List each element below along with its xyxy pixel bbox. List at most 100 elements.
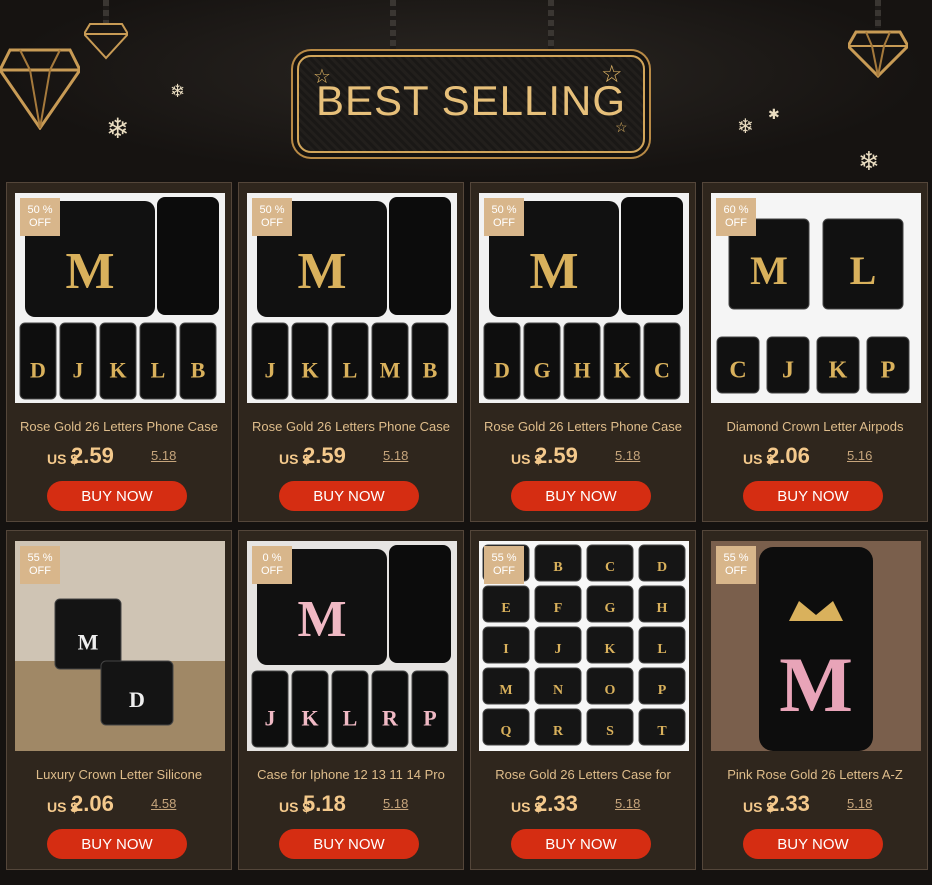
best-selling-banner: ❄ ❄ ❄ ❄ ✱ ☆ ☆ ☆ BEST SELLING <box>0 0 932 180</box>
discount-percent: 50 % <box>27 204 53 216</box>
case-letter: J <box>73 358 84 383</box>
case-letter: P <box>423 706 436 731</box>
case-letter: K <box>829 357 848 383</box>
banner-title: BEST SELLING <box>315 77 627 124</box>
case-letter: Q <box>501 724 512 739</box>
case-letter: G <box>533 358 550 383</box>
case-letter: L <box>343 358 358 383</box>
case-letter: J <box>782 357 794 383</box>
product-image[interactable]: M 55 % OFF <box>711 541 921 751</box>
product-title[interactable]: Rose Gold 26 Letters Phone Case <box>475 419 691 434</box>
product-card[interactable]: M D JKLB 50 % OFF Rose Gold 26 Letters Pho… <box>6 182 232 522</box>
discount-off-label: OFF <box>725 217 747 229</box>
case-letter: D <box>657 560 667 575</box>
original-price: 5.18 <box>615 796 641 811</box>
product-image[interactable]: M L C J K P 60 % OFF <box>711 193 921 403</box>
product-card[interactable]: M JKLRP 0 % OFF Case for Iphone 12 13 11 … <box>238 530 464 870</box>
snowflake-icon: ❄ <box>737 116 754 138</box>
buy-now-button[interactable]: BUY NOW <box>743 481 883 511</box>
price-row: US $ 2.33 5.18 <box>511 791 691 819</box>
star-icon: ✱ <box>768 106 780 122</box>
discount-badge: 55 % OFF <box>716 546 756 584</box>
product-image[interactable]: B C D E F G H I J K L M N O P Q R S T 55 % OFF <box>479 541 689 751</box>
product-title[interactable]: Diamond Crown Letter Airpods <box>707 419 923 434</box>
product-card[interactable]: M DGHKC 50 % OFF Rose Gold 26 Letters Pho… <box>470 182 696 522</box>
product-title[interactable]: Rose Gold 26 Letters Case for <box>475 767 691 782</box>
product-card[interactable]: M L C J K P 60 % OFF Diamond Crown Letter Air… <box>702 182 928 522</box>
product-card[interactable]: M D 55 % OFF Luxury Crown Letter Silicone… <box>6 530 232 870</box>
case-letter: N <box>553 683 563 698</box>
buy-now-button[interactable]: BUY NOW <box>743 829 883 859</box>
case-letter: L <box>850 248 877 293</box>
case-letter: P <box>881 357 896 383</box>
case-letter: R <box>382 706 399 731</box>
product-image[interactable]: MJKLMB 50 % OFF <box>247 193 457 403</box>
discount-off-label: OFF <box>29 565 51 577</box>
case-letter: M <box>529 243 578 300</box>
product-card[interactable]: M 55 % OFF Pink Rose Gold 26 Letters A-Z… <box>702 530 928 870</box>
product-image[interactable]: M D JKLB 50 % OFF <box>15 193 225 403</box>
case-letter: L <box>343 706 358 731</box>
case-letter: P <box>658 683 667 698</box>
phone-case <box>621 197 683 315</box>
buy-now-button[interactable]: BUY NOW <box>279 481 419 511</box>
discount-badge: 0 % OFF <box>252 546 292 584</box>
product-image[interactable]: M D 55 % OFF <box>15 541 225 751</box>
phone-case <box>389 197 451 315</box>
case-letter: M <box>78 629 99 654</box>
buy-now-button[interactable]: BUY NOW <box>279 829 419 859</box>
original-price: 4.58 <box>151 796 177 811</box>
product-image[interactable]: M DGHKC 50 % OFF <box>479 193 689 403</box>
case-letter: L <box>657 642 666 657</box>
original-price: 5.18 <box>383 796 409 811</box>
phone-case <box>389 545 451 663</box>
case-letter: I <box>503 642 508 657</box>
discount-badge: 55 % OFF <box>484 546 524 584</box>
discount-badge: 60 % OFF <box>716 198 756 236</box>
product-card[interactable]: B C D E F G H I J K L M N O P Q R S T 55 % OFF Rose Gold 2… <box>470 530 696 870</box>
discount-off-label: OFF <box>725 565 747 577</box>
product-title[interactable]: Rose Gold 26 Letters Phone Case <box>11 419 227 434</box>
case-letter: M <box>297 243 346 300</box>
case-letter: H <box>657 601 668 616</box>
discount-percent: 55 % <box>491 552 517 564</box>
buy-now-button[interactable]: BUY NOW <box>511 481 651 511</box>
case-letter: K <box>613 358 630 383</box>
buy-now-button[interactable]: BUY NOW <box>511 829 651 859</box>
price-row: US $ 2.33 5.18 <box>743 791 923 819</box>
product-image[interactable]: M JKLRP 0 % OFF <box>247 541 457 751</box>
product-card[interactable]: MJKLMB 50 % OFF Rose Gold 26 Letters Pho… <box>238 182 464 522</box>
product-title[interactable]: Rose Gold 26 Letters Phone Case <box>243 419 459 434</box>
current-price: 5.18 <box>303 791 346 816</box>
case-letter: M <box>499 683 512 698</box>
snowflake-icon: ❄ <box>106 113 130 144</box>
discount-percent: 50 % <box>259 204 285 216</box>
buy-now-button[interactable]: BUY NOW <box>47 829 187 859</box>
case-letter: T <box>657 724 667 739</box>
case-letter: R <box>553 724 564 739</box>
case-letter: H <box>573 358 590 383</box>
best-selling-sign: ☆ ☆ ☆ BEST SELLING <box>297 55 645 153</box>
product-title[interactable]: Case for Iphone 12 13 11 14 Pro <box>243 767 459 782</box>
gold-diamond-ornament <box>84 23 128 60</box>
snowflake-icon: ❄ <box>170 81 186 101</box>
current-price: 2.59 <box>535 443 578 468</box>
case-letter: C <box>729 357 746 383</box>
discount-off-label: OFF <box>261 565 283 577</box>
case-letter: F <box>554 601 563 616</box>
snowflake-icon: ❄ <box>858 146 880 176</box>
original-price: 5.18 <box>847 796 873 811</box>
case-letter: B <box>423 358 438 383</box>
case-letter: B <box>191 358 206 383</box>
case-letter: O <box>605 683 616 698</box>
case-letter: M <box>297 591 346 648</box>
case-letter: D <box>494 358 510 383</box>
current-price: 2.33 <box>767 791 810 816</box>
product-title[interactable]: Pink Rose Gold 26 Letters A-Z <box>707 767 923 782</box>
buy-now-button[interactable]: BUY NOW <box>47 481 187 511</box>
current-price: 2.59 <box>71 443 114 468</box>
discount-percent: 50 % <box>491 204 517 216</box>
discount-off-label: OFF <box>493 565 515 577</box>
case-letter: S <box>606 724 614 739</box>
product-title[interactable]: Luxury Crown Letter Silicone <box>11 767 227 782</box>
